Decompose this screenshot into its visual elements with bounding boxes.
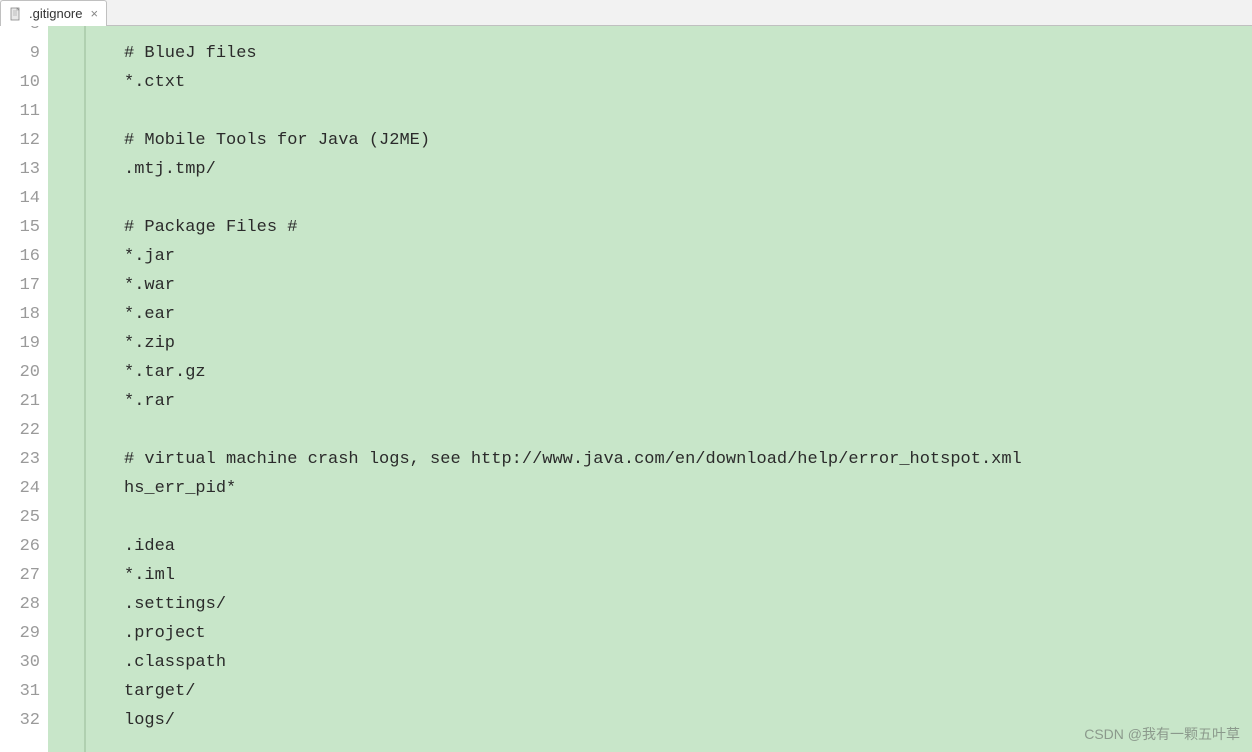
code-line: # Package Files # bbox=[124, 213, 1252, 242]
editor-area[interactable]: 8910111213141516171819202122232425262728… bbox=[0, 26, 1252, 752]
line-number: 17 bbox=[0, 271, 40, 300]
line-number: 10 bbox=[0, 68, 40, 97]
line-number: 30 bbox=[0, 648, 40, 677]
line-number: 31 bbox=[0, 677, 40, 706]
line-number: 22 bbox=[0, 416, 40, 445]
code-line: *.tar.gz bbox=[124, 358, 1252, 387]
code-line: *.ear bbox=[124, 300, 1252, 329]
line-number: 28 bbox=[0, 590, 40, 619]
line-number: 20 bbox=[0, 358, 40, 387]
code-line: # BlueJ files bbox=[124, 39, 1252, 68]
code-line bbox=[124, 26, 1252, 39]
line-number: 29 bbox=[0, 619, 40, 648]
code-content[interactable]: # BlueJ files*.ctxt # Mobile Tools for Ja… bbox=[84, 26, 1252, 752]
code-line: *.iml bbox=[124, 561, 1252, 590]
code-line bbox=[124, 416, 1252, 445]
line-number: 12 bbox=[0, 126, 40, 155]
code-line: *.jar bbox=[124, 242, 1252, 271]
code-line: .classpath bbox=[124, 648, 1252, 677]
line-number: 18 bbox=[0, 300, 40, 329]
tab-bar: .gitignore × bbox=[0, 0, 1252, 26]
line-number: 24 bbox=[0, 474, 40, 503]
code-line bbox=[124, 184, 1252, 213]
file-tab[interactable]: .gitignore × bbox=[0, 0, 107, 26]
code-line: *.rar bbox=[124, 387, 1252, 416]
code-line bbox=[124, 503, 1252, 532]
line-number: 15 bbox=[0, 213, 40, 242]
line-number: 25 bbox=[0, 503, 40, 532]
code-line bbox=[124, 97, 1252, 126]
line-number: 23 bbox=[0, 445, 40, 474]
line-number: 32 bbox=[0, 706, 40, 735]
code-line: .mtj.tmp/ bbox=[124, 155, 1252, 184]
line-number: 11 bbox=[0, 97, 40, 126]
code-line: # Mobile Tools for Java (J2ME) bbox=[124, 126, 1252, 155]
code-line: *.ctxt bbox=[124, 68, 1252, 97]
code-line: .idea bbox=[124, 532, 1252, 561]
line-number: 19 bbox=[0, 329, 40, 358]
line-number: 27 bbox=[0, 561, 40, 590]
tab-filename: .gitignore bbox=[29, 6, 82, 21]
line-number: 14 bbox=[0, 184, 40, 213]
close-icon[interactable]: × bbox=[90, 6, 98, 21]
line-number: 8 bbox=[0, 26, 40, 39]
line-number: 9 bbox=[0, 39, 40, 68]
code-line: target/ bbox=[124, 677, 1252, 706]
code-line: # virtual machine crash logs, see http:/… bbox=[124, 445, 1252, 474]
code-line: .project bbox=[124, 619, 1252, 648]
code-line: *.war bbox=[124, 271, 1252, 300]
line-number: 21 bbox=[0, 387, 40, 416]
code-line: logs/ bbox=[124, 706, 1252, 735]
line-number: 16 bbox=[0, 242, 40, 271]
code-line: hs_err_pid* bbox=[124, 474, 1252, 503]
line-number: 26 bbox=[0, 532, 40, 561]
file-icon bbox=[9, 7, 23, 21]
line-gutter: 8910111213141516171819202122232425262728… bbox=[0, 26, 48, 752]
line-number: 13 bbox=[0, 155, 40, 184]
code-line: .settings/ bbox=[124, 590, 1252, 619]
code-line: *.zip bbox=[124, 329, 1252, 358]
margin-strip bbox=[48, 26, 84, 752]
